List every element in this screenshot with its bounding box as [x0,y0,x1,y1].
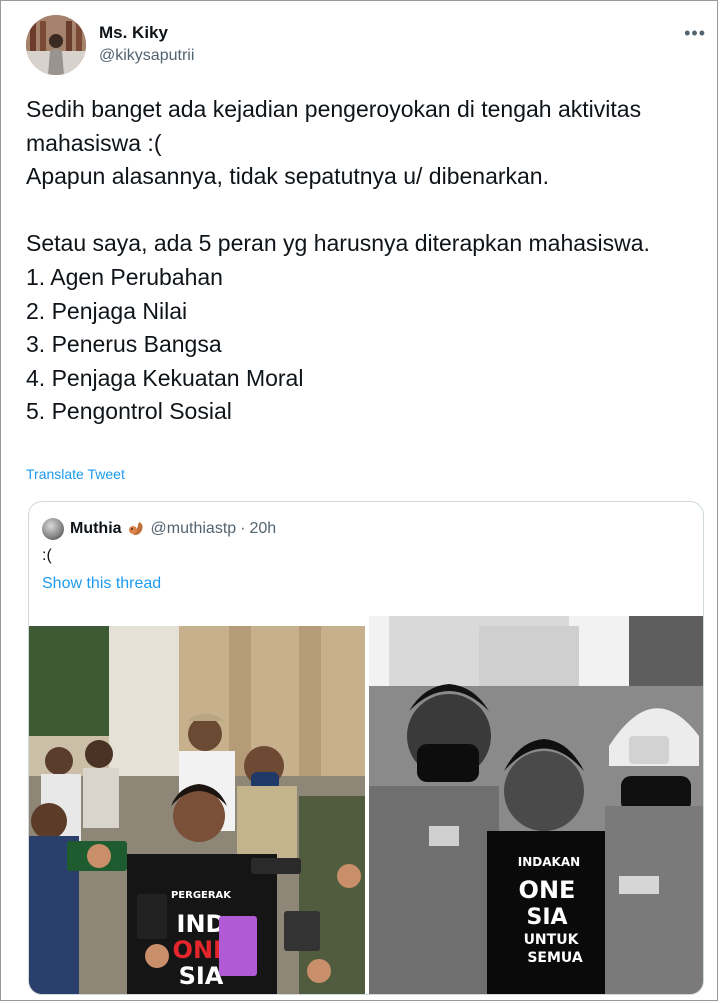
svg-text:INDAKAN: INDAKAN [518,855,580,869]
svg-text:PERGERAK: PERGERAK [171,890,232,901]
tweet-header: Ms. Kiky @kikysaputrii ••• [26,15,706,75]
author-name[interactable]: Ms. Kiky [99,23,168,43]
avatar[interactable] [26,15,86,75]
more-horizontal-icon[interactable]: ••• [684,23,706,44]
tweet-text: Sedih banget ada kejadian pengeroyokan d… [26,96,650,425]
squirrel-emoji-icon [128,522,143,535]
quoted-author-name[interactable]: Muthia [70,520,122,538]
separator-dot: · [240,520,246,537]
translate-tweet-link[interactable]: Translate Tweet [26,466,125,482]
quoted-avatar[interactable] [42,518,64,540]
crowd-photo[interactable]: PERGERAK IND ONE SIA [29,626,365,994]
tweet-card: Ms. Kiky @kikysaputrii ••• Sedih banget … [0,0,718,1001]
svg-text:SIA: SIA [526,905,567,930]
quoted-author-handle[interactable]: @muthiastp [151,520,237,538]
svg-text:SEMUA: SEMUA [527,950,583,966]
police-escort-photo[interactable]: INDAKAN ONE SIA UNTUK SEMUA [369,616,703,994]
svg-text:SIA: SIA [179,962,224,990]
svg-text:UNTUK: UNTUK [524,932,580,948]
quoted-text: :( [42,547,52,564]
show-thread-link[interactable]: Show this thread [42,575,161,593]
quoted-tweet[interactable]: Muthia @muthiastp · 20h :( Show this thr… [28,501,704,995]
quoted-tweet-header: Muthia @muthiastp · 20h [42,518,276,540]
svg-text:IND: IND [177,910,226,938]
author-handle[interactable]: @kikysaputrii [99,47,194,65]
quoted-timestamp[interactable]: 20h [249,520,276,538]
svg-text:ONE: ONE [519,876,576,904]
